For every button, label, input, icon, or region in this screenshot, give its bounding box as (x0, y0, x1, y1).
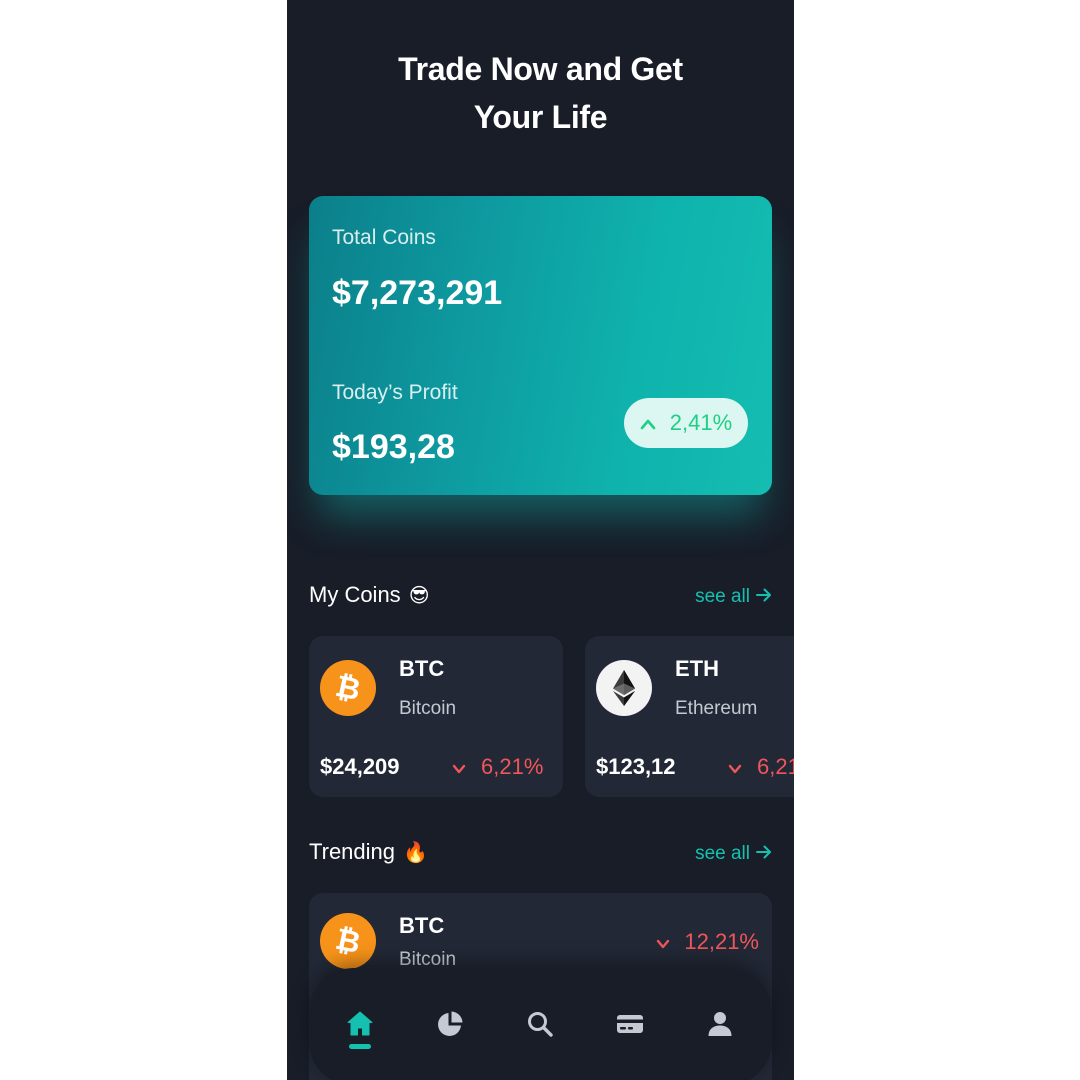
nav-search[interactable] (520, 1006, 560, 1046)
my-coins-see-all-link[interactable]: see all (695, 586, 772, 608)
todays-profit-label: Today’s Profit (332, 381, 458, 404)
my-coins-heading: My Coins 😎 (309, 582, 430, 608)
chevron-down-icon (656, 929, 670, 955)
total-coins-label: Total Coins (332, 226, 436, 249)
see-all-label: see all (695, 586, 750, 607)
sunglasses-emoji: 😎 (408, 585, 430, 607)
total-coins-value: $7,273,291 (332, 274, 503, 312)
coin-change: 12,21% (656, 929, 759, 955)
svg-text:₿: ₿ (332, 922, 363, 961)
chevron-up-icon (640, 410, 656, 436)
chevron-down-icon (452, 754, 466, 780)
coin-name: Bitcoin (399, 698, 457, 719)
fire-emoji: 🔥 (403, 842, 428, 864)
coin-symbol: BTC (399, 656, 445, 681)
coin-price: $123,12 (596, 754, 676, 779)
todays-profit-value: $193,28 (332, 428, 455, 466)
title-line-2: Your Life (473, 99, 608, 135)
balance-card[interactable]: Total Coins $7,273,291 Today’s Profit $1… (309, 196, 772, 495)
home-icon (345, 1009, 375, 1044)
my-coins-title: My Coins (309, 582, 401, 607)
bitcoin-icon: ₿ (320, 660, 376, 716)
nav-portfolio[interactable] (430, 1006, 470, 1046)
coin-symbol: BTC (399, 913, 445, 938)
trending-see-all-link[interactable]: see all (695, 843, 772, 865)
bitcoin-icon: ₿ (320, 913, 376, 969)
coin-card-eth[interactable]: ETH Ethereum $123,12 6,21% (585, 636, 794, 797)
pie-chart-icon (435, 1009, 465, 1044)
coin-price: $24,209 (320, 754, 400, 779)
title-line-1: Trade Now and Get (398, 51, 683, 87)
nav-wallet[interactable] (610, 1006, 650, 1046)
page-title: Trade Now and Get Your Life (287, 45, 794, 141)
nav-profile[interactable] (700, 1006, 740, 1046)
profit-change-value: 2,41% (669, 410, 733, 435)
see-all-label: see all (695, 843, 750, 864)
svg-text:₿: ₿ (332, 669, 363, 708)
coin-name: Ethereum (675, 698, 758, 719)
nav-home[interactable] (340, 1006, 380, 1046)
arrow-right-icon (756, 843, 772, 865)
coin-change-value: 12,21% (684, 929, 759, 954)
app-screen: Trade Now and Get Your Life Total Coins … (287, 0, 794, 1080)
coin-card-btc[interactable]: ₿ BTC Bitcoin $24,209 6,21% (309, 636, 563, 797)
trending-heading: Trending 🔥 (309, 839, 428, 865)
trending-title: Trending (309, 839, 396, 864)
ethereum-icon (596, 660, 652, 716)
card-icon (615, 1009, 645, 1044)
bottom-nav-bar (309, 968, 772, 1080)
profile-icon (705, 1009, 735, 1044)
coin-change: 6,21% (452, 754, 543, 780)
active-tab-indicator (349, 1044, 371, 1049)
arrow-right-icon (756, 586, 772, 608)
search-icon (525, 1009, 555, 1044)
coin-symbol: ETH (675, 656, 719, 681)
coin-change: 6,21% (728, 754, 794, 780)
profit-change-badge: 2,41% (624, 398, 748, 448)
coin-change-value: 6,21% (481, 754, 544, 779)
coin-change-value: 6,21% (757, 754, 794, 779)
chevron-down-icon (728, 754, 742, 780)
